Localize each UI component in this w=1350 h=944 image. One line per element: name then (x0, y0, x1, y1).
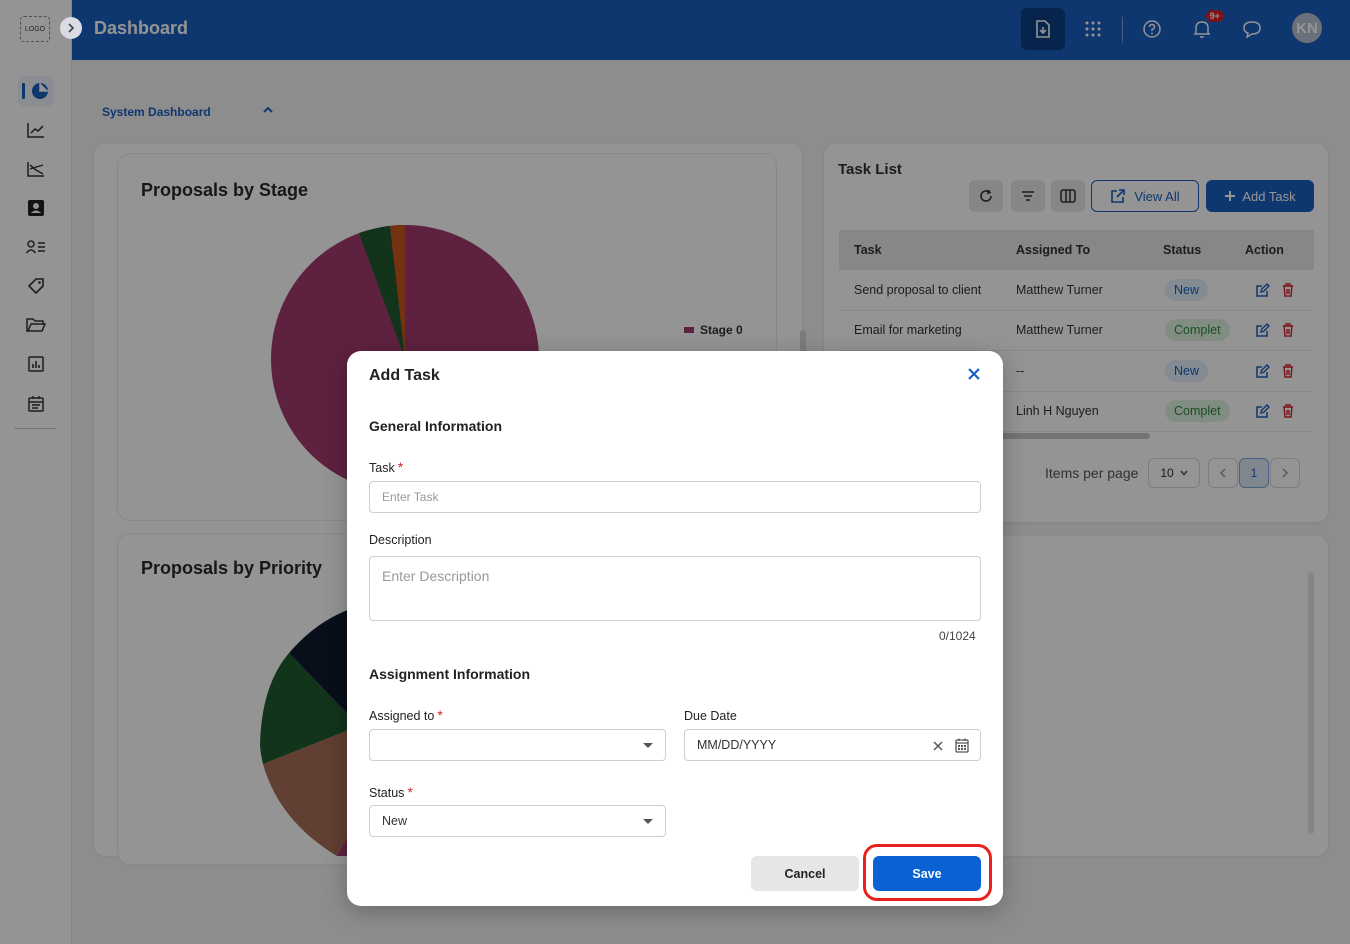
save-button-highlight (863, 844, 992, 901)
assigned-to-label: Assigned to * (369, 707, 443, 723)
status-label: Status * (369, 784, 413, 800)
dropdown-arrow-icon (643, 743, 653, 748)
cancel-button[interactable]: Cancel (751, 856, 859, 891)
description-label: Description (369, 533, 432, 547)
sidebar-expand-button[interactable] (60, 17, 82, 39)
assigned-to-select[interactable] (369, 729, 666, 761)
due-date-label: Due Date (684, 709, 737, 723)
due-date-input[interactable]: MM/DD/YYYY (684, 729, 981, 761)
calendar-icon[interactable] (955, 738, 969, 753)
close-icon[interactable] (967, 367, 981, 381)
status-select[interactable]: New (369, 805, 666, 837)
chevron-right-icon (68, 23, 75, 33)
task-label: Task * (369, 459, 404, 475)
char-counter: 0/1024 (939, 629, 976, 643)
task-placeholder: Enter Task (382, 490, 439, 504)
task-input[interactable]: Enter Task (369, 481, 981, 513)
status-value: New (382, 814, 408, 828)
assignment-info-heading: Assignment Information (369, 666, 531, 682)
dropdown-arrow-icon (643, 819, 653, 824)
general-info-heading: General Information (369, 418, 503, 434)
modal-title: Add Task (369, 367, 440, 384)
clear-icon[interactable] (933, 741, 943, 751)
description-textarea[interactable]: Enter Description (369, 556, 981, 621)
due-date-placeholder: MM/DD/YYYY (697, 738, 777, 752)
add-task-modal: Add Task General Information Task * Enter… (347, 351, 1003, 906)
description-placeholder: Enter Description (382, 568, 490, 584)
